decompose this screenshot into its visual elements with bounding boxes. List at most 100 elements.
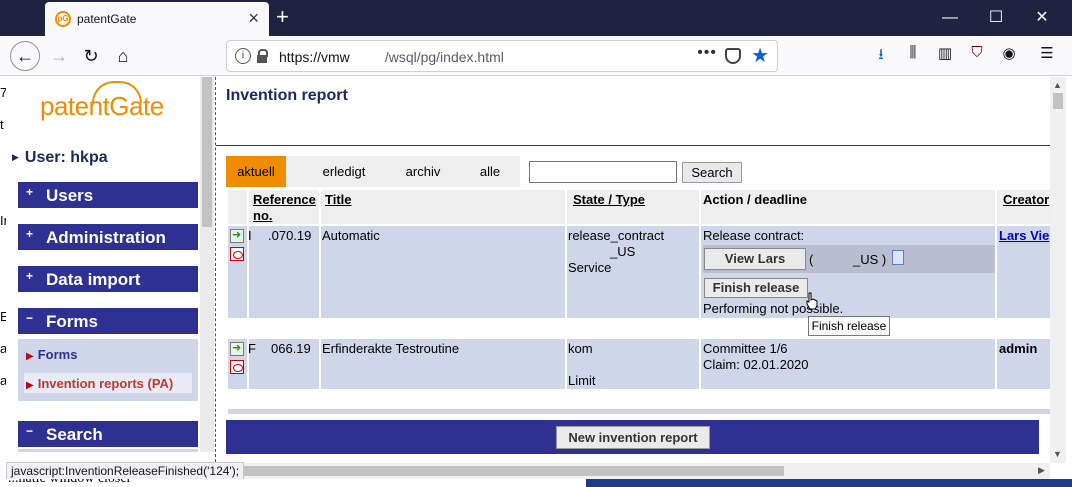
- new-tab-icon[interactable]: +: [276, 4, 289, 30]
- url-host: https://vmw: [279, 49, 350, 65]
- browser-tab[interactable]: pG patentGate ×: [45, 2, 269, 36]
- row-ref-prefix: F: [248, 341, 256, 356]
- submenu-invention-reports[interactable]: ▶ Invention reports (PA): [26, 376, 173, 391]
- current-user: ▶ User: hkpa: [12, 149, 108, 167]
- menu-data-import[interactable]: + Data import: [18, 266, 198, 292]
- url-text[interactable]: https://vmw /wsql/pg/index.html: [279, 49, 504, 65]
- ublock-shield-icon[interactable]: ⛉: [966, 44, 988, 68]
- row-view-paren: (: [809, 252, 814, 267]
- scrollbar-thumb[interactable]: [234, 466, 784, 476]
- tooltip: Finish release: [808, 316, 890, 336]
- hamburger-menu-icon[interactable]: ☰: [1036, 44, 1058, 68]
- menu-search[interactable]: − Search: [18, 421, 198, 447]
- scrollbar-thumb[interactable]: [1053, 93, 1063, 109]
- pdf-icon[interactable]: [230, 360, 244, 374]
- page-actions-icon[interactable]: •••: [697, 44, 717, 62]
- menu-label: Forms: [46, 312, 98, 331]
- main-horizontal-scrollbar[interactable]: ▶: [216, 463, 1050, 479]
- expand-plus-icon: +: [26, 269, 34, 283]
- header-state[interactable]: State / Type: [567, 190, 699, 224]
- tab-erledigt[interactable]: erledigt: [312, 156, 376, 187]
- collapse-minus-icon: −: [26, 311, 34, 325]
- scroll-right-icon[interactable]: ▶: [1038, 465, 1045, 476]
- hand-cursor-icon: [806, 292, 818, 310]
- close-tab-icon[interactable]: ×: [248, 8, 259, 29]
- row-title: Erfinderakte Testroutine: [322, 341, 460, 356]
- home-icon[interactable]: ⌂: [108, 41, 138, 71]
- expand-plus-icon: +: [26, 227, 34, 241]
- submenu-forms[interactable]: ▶ Forms: [26, 347, 77, 362]
- tab-aktuell[interactable]: aktuell: [226, 156, 286, 187]
- header-title-link[interactable]: Title: [325, 192, 352, 208]
- row-ref-prefix: I: [248, 228, 252, 243]
- url-path: /wsql/pg/index.html: [384, 49, 504, 65]
- expand-plus-icon: +: [26, 185, 34, 199]
- search-button[interactable]: Search: [682, 162, 742, 183]
- bookmark-star-icon[interactable]: ★: [751, 43, 769, 68]
- background-window-strip: ...natic window closer: [0, 479, 1072, 487]
- downloads-icon[interactable]: ⭳: [870, 44, 892, 68]
- pdf-icon[interactable]: [230, 247, 244, 261]
- submenu-label: Invention reports (PA): [37, 376, 174, 391]
- collapse-minus-icon: −: [26, 424, 34, 438]
- link-status-bar: javascript:InventionReleaseFinished('124…: [6, 462, 245, 480]
- forward-arrow-icon[interactable]: →: [44, 41, 74, 71]
- main-vertical-scrollbar[interactable]: ▲ ▼: [1050, 77, 1066, 463]
- row-action-label: Committee 1/6: [703, 341, 788, 356]
- site-info-icon[interactable]: i: [235, 48, 251, 64]
- open-document-icon[interactable]: [230, 341, 244, 356]
- patentgate-logo[interactable]: patentGate: [40, 81, 170, 127]
- background-text: ...natic window closer: [8, 479, 131, 487]
- menu-label: Administration: [46, 228, 166, 247]
- header-title[interactable]: Title: [321, 190, 565, 224]
- account-icon[interactable]: ◉: [998, 44, 1020, 68]
- document-icon[interactable]: [892, 250, 904, 265]
- new-invention-report-button[interactable]: New invention report: [556, 426, 710, 449]
- header-reference-link[interactable]: Reference no.: [253, 192, 319, 224]
- header-icons-col: [228, 190, 247, 224]
- desktop-taskbar: [586, 479, 1072, 487]
- row-type: Service: [568, 260, 612, 275]
- close-window-icon[interactable]: ✕: [1022, 6, 1062, 30]
- row-reference: .070.19: [268, 228, 312, 243]
- tab-title: patentGate: [77, 12, 137, 26]
- row-view-suffix: _US ): [853, 252, 887, 267]
- row-claim-deadline: Claim: 02.01.2020: [703, 357, 809, 372]
- header-reference[interactable]: Reference no.: [249, 190, 319, 224]
- url-bar[interactable]: i https://vmw /wsql/pg/index.html ••• ★: [226, 40, 778, 72]
- filter-tabs: aktuell erledigt archiv alle: [226, 156, 520, 187]
- reload-icon[interactable]: ↻: [76, 41, 106, 71]
- menu-forms[interactable]: − Forms: [18, 308, 198, 334]
- main-content-frame: Invention report aktuell erledigt archiv…: [216, 77, 1050, 463]
- menu-users[interactable]: + Users: [18, 182, 198, 208]
- scrollbar-thumb[interactable]: [202, 77, 212, 227]
- back-arrow-icon[interactable]: ←: [10, 41, 40, 71]
- sidebar-toggle-icon[interactable]: ▥: [934, 44, 956, 68]
- library-icon[interactable]: ⫼: [902, 44, 924, 68]
- tab-archiv[interactable]: archiv: [396, 156, 450, 187]
- scroll-down-icon[interactable]: ▼: [1053, 449, 1062, 459]
- view-contract-button[interactable]: View Lars: [704, 248, 806, 270]
- header-creator-link[interactable]: Creator: [1003, 192, 1049, 208]
- header-state-link[interactable]: State / Type: [573, 192, 645, 208]
- search-submenu: [18, 449, 198, 452]
- submenu-label: Forms: [37, 347, 78, 362]
- header-action-label: Action / deadline: [703, 192, 808, 207]
- search-input[interactable]: [529, 161, 677, 183]
- row-creator-link[interactable]: Lars Vie: [999, 228, 1049, 244]
- left-frame-scrollbar[interactable]: [200, 77, 214, 452]
- lock-icon: [257, 49, 268, 63]
- minimize-window-icon[interactable]: —: [930, 6, 970, 30]
- open-document-icon[interactable]: [230, 228, 244, 243]
- tab-alle[interactable]: alle: [470, 156, 510, 187]
- row-creator: admin: [999, 341, 1038, 356]
- scroll-up-icon[interactable]: ▲: [1053, 80, 1062, 90]
- menu-label: Users: [46, 186, 94, 205]
- arrow-right-icon: ▶: [26, 351, 34, 362]
- maximize-window-icon[interactable]: ☐: [976, 6, 1016, 30]
- header-creator[interactable]: Creator: [997, 190, 1050, 224]
- user-label: User: hkpa: [24, 149, 108, 166]
- pocket-icon[interactable]: [725, 48, 741, 64]
- finish-release-button[interactable]: Finish release: [704, 278, 808, 298]
- menu-administration[interactable]: + Administration: [18, 224, 198, 250]
